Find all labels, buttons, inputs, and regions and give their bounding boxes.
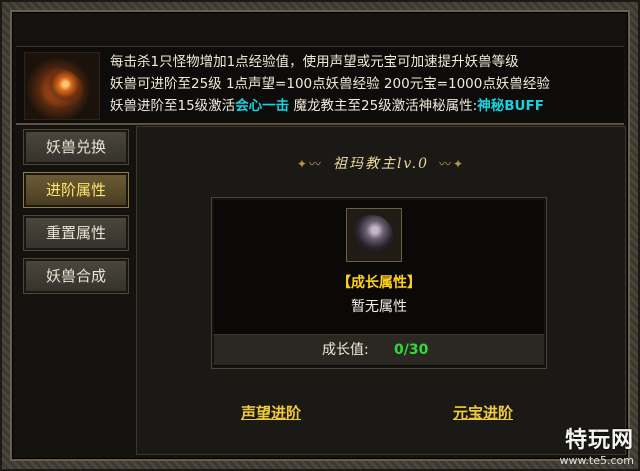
growth-value-bar: 成长值: 0/30 [214, 334, 544, 365]
info-line-3: 妖兽进阶至15级激活会心一击 魔龙教主至25级激活神秘属性:神秘BUFF [110, 95, 620, 117]
title-ornament-right-icon: 〰✦ [439, 157, 466, 171]
info-panel: 每击杀1只怪物增加1点经验值，使用声望或元宝可加速提升妖兽等级 妖兽可进阶至25… [16, 46, 624, 125]
side-menu: 妖兽兑换 进阶属性 重置属性 妖兽合成 [23, 129, 132, 302]
pet-portrait-icon [24, 52, 100, 120]
watermark-url: www.te5.com [559, 454, 634, 467]
menu-item-reset-attributes[interactable]: 重置属性 [23, 215, 129, 251]
pet-title: 祖玛教主lv.0 [332, 156, 430, 172]
info-line-3-middle: 魔龙教主至25级激活神秘属性: [289, 98, 478, 114]
pet-title-row: ✦〰 祖玛教主lv.0 〰✦ [137, 153, 625, 173]
prestige-advance-button[interactable]: 声望进阶 [241, 402, 301, 423]
mystery-buff-highlight: 神秘BUFF [477, 98, 544, 114]
watermark: 特玩网 www.te5.com [559, 422, 634, 467]
info-line-3-prefix: 妖兽进阶至15级激活 [110, 98, 236, 114]
critical-hit-highlight: 会心一击 [235, 98, 290, 114]
no-attributes-text: 暂无属性 [351, 299, 407, 315]
title-ornament-left-icon: ✦〰 [296, 157, 323, 171]
menu-item-pet-fusion[interactable]: 妖兽合成 [23, 258, 129, 294]
menu-item-advance-attributes[interactable]: 进阶属性 [23, 172, 129, 208]
menu-item-pet-exchange[interactable]: 妖兽兑换 [23, 129, 129, 165]
main-panel: ✦〰 祖玛教主lv.0 〰✦ 【成长属性】 暂无属性 成长值: 0/30 声望进阶 … [136, 126, 626, 455]
pet-item-slot[interactable] [346, 208, 402, 262]
growth-attr-title: 【成长属性】 [337, 275, 421, 291]
yuanbao-advance-button[interactable]: 元宝进阶 [453, 402, 513, 423]
info-text: 每击杀1只怪物增加1点经验值，使用声望或元宝可加速提升妖兽等级 妖兽可进阶至25… [110, 51, 620, 117]
growth-label: 成长值: [322, 342, 369, 358]
info-line-1: 每击杀1只怪物增加1点经验值，使用声望或元宝可加速提升妖兽等级 [110, 54, 519, 70]
watermark-logo: 特玩网 [564, 428, 634, 453]
attribute-box: 【成长属性】 暂无属性 成长值: 0/30 [211, 197, 547, 369]
info-line-2: 妖兽可进阶至25级 1点声望=100点妖兽经验 200元宝=1000点妖兽经验 [110, 76, 550, 92]
growth-value: 0/30 [394, 342, 429, 358]
